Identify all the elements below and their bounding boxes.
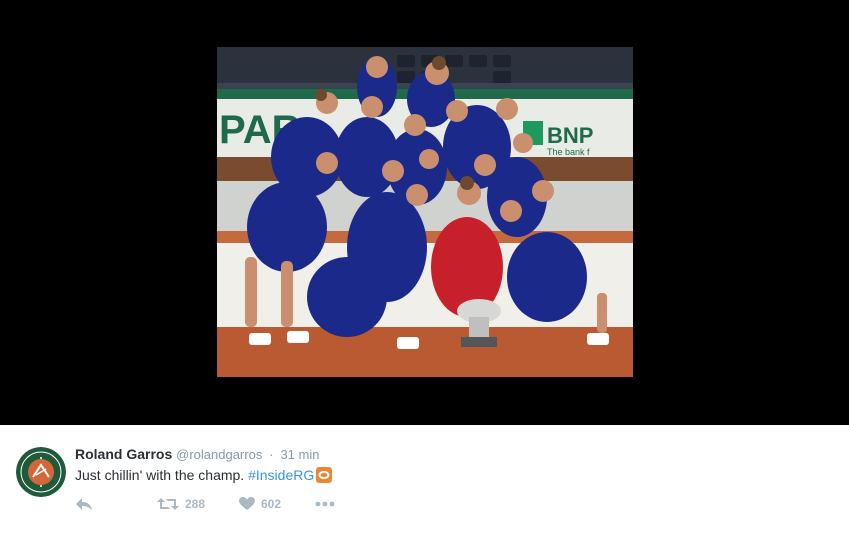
like-button[interactable]: 602 — [239, 495, 315, 513]
more-button[interactable] — [315, 495, 335, 513]
timestamp[interactable]: 31 min — [280, 447, 319, 462]
hashtag-link[interactable]: #InsideRG — [248, 465, 314, 485]
tweet-text-body: Just chillin' with the champ. — [75, 467, 249, 483]
banner-subtext: The bank f — [547, 147, 590, 157]
retweet-icon — [157, 497, 179, 511]
retweet-count: 288 — [185, 497, 206, 511]
user-handle[interactable]: @rolandgarros — [176, 447, 262, 462]
tweet-actions: 288 602 — [75, 495, 335, 513]
tennis-ball-emoji-icon — [316, 467, 333, 483]
reply-icon — [75, 497, 93, 511]
like-count: 602 — [261, 497, 282, 511]
banner-text-right: BNP — [547, 123, 593, 148]
retweet-button[interactable]: 288 — [157, 495, 239, 513]
reply-button[interactable] — [75, 495, 157, 513]
tweet-photo[interactable]: PAR BNP The bank f — [217, 47, 633, 377]
tweet-card: Roland Garros @rolandgarros · 31 min Jus… — [0, 425, 849, 534]
tweet-header: Roland Garros @rolandgarros · 31 min — [75, 445, 319, 463]
avatar[interactable] — [16, 447, 66, 497]
media-stage: PAR BNP The bank f — [0, 0, 849, 425]
more-dots-icon — [315, 501, 335, 507]
tweet-text: Just chillin' with the champ. #InsideRG — [75, 465, 333, 485]
display-name[interactable]: Roland Garros — [75, 446, 172, 462]
heart-icon — [239, 497, 255, 511]
separator-dot: · — [269, 447, 274, 462]
